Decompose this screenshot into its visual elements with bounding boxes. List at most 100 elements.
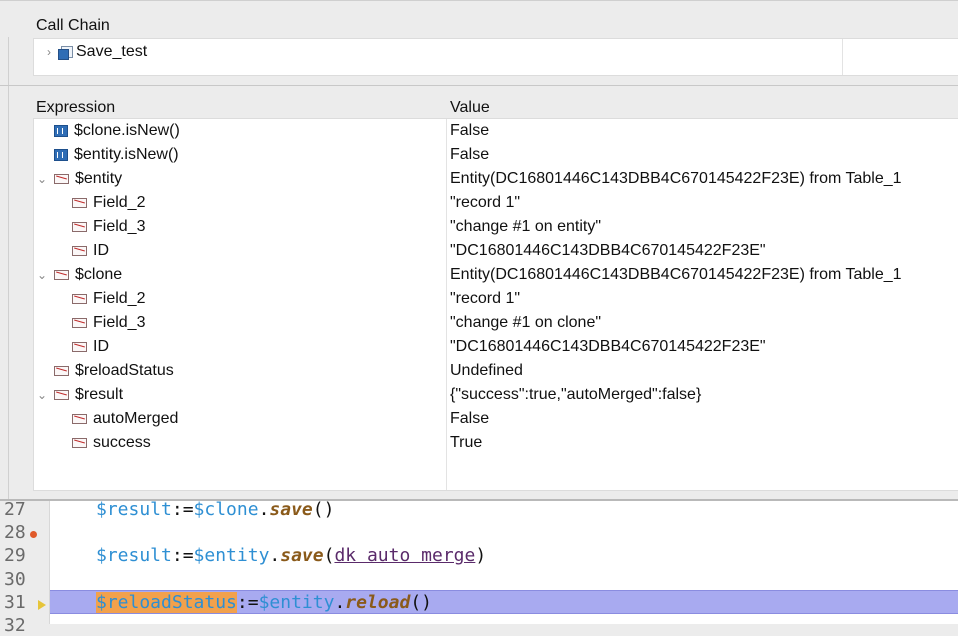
expression-value: False — [450, 410, 490, 427]
code-token: $clone — [193, 499, 259, 520]
expression-name-cell: ID — [72, 335, 109, 359]
line-number[interactable]: 31 — [4, 592, 26, 613]
expression-value: {"success":true,"autoMerged":false} — [450, 386, 702, 403]
expression-value: "change #1 on clone" — [450, 314, 602, 331]
expression-row[interactable]: $entity.isNew() False — [34, 143, 958, 167]
column-divider — [842, 39, 843, 75]
expression-value: "DC16801446C143DBB4C670145422F23E" — [450, 242, 766, 259]
expression-label: ID — [93, 338, 109, 355]
current-line-arrow-icon — [38, 599, 46, 610]
code-line[interactable]: $result:=$entity.save(dk auto merge) — [96, 545, 486, 567]
line-number-gutter[interactable]: 27 28 29 30 31 32 — [0, 499, 50, 636]
expression-row[interactable]: ⌄ $result {"success":true,"autoMerged":fal… — [34, 383, 958, 407]
expression-row[interactable]: Field_3 "change #1 on entity" — [34, 215, 958, 239]
expression-value: Entity(DC16801446C143DBB4C670145422F23E)… — [450, 266, 902, 283]
object-icon — [54, 270, 69, 280]
expression-value: "DC16801446C143DBB4C670145422F23E" — [450, 338, 766, 355]
expression-label: $clone — [75, 266, 123, 283]
expression-value: False — [450, 146, 490, 163]
chevron-down-icon[interactable]: ⌄ — [36, 172, 48, 186]
call-chain-item[interactable]: › Save_test — [42, 41, 147, 63]
code-token: dk auto merge — [334, 545, 476, 567]
line-number[interactable]: 27 — [4, 499, 26, 520]
expression-label: $entity.isNew() — [74, 146, 179, 163]
expression-row[interactable]: success True — [34, 431, 958, 455]
expression-column-header[interactable]: Expression — [36, 99, 115, 117]
code-line[interactable]: $reloadStatus:=$entity.reload() — [96, 591, 432, 614]
code-editor[interactable]: 27 28 29 30 31 32 $result:=$clone.save() $resu… — [0, 499, 958, 636]
expression-label: Field_3 — [93, 314, 146, 331]
object-icon — [54, 366, 69, 376]
line-number[interactable]: 28 — [4, 522, 26, 543]
object-icon — [72, 198, 87, 208]
expression-label: $result — [75, 386, 124, 403]
expression-name-cell: success — [72, 431, 151, 455]
code-token: ( — [323, 545, 335, 567]
expression-label: success — [93, 434, 151, 451]
expression-label: $clone.isNew() — [74, 122, 180, 139]
expression-row[interactable]: ⌄ $entity Entity(DC16801446C143DBB4C670145… — [34, 167, 958, 191]
expressions-panel: Expression Value $clone.isNew() False $ent… — [0, 86, 958, 499]
expression-name-cell: ⌄ $result — [36, 383, 123, 407]
call-chain-list: › Save_test — [33, 38, 958, 76]
expression-row[interactable]: ID "DC16801446C143DBB4C670145422F23E" — [34, 335, 958, 359]
expression-value: Undefined — [450, 362, 523, 379]
expression-value: Entity(DC16801446C143DBB4C670145422F23E)… — [450, 170, 902, 187]
panel-gutter-line — [8, 37, 9, 87]
object-icon — [72, 246, 87, 256]
expression-label: Field_2 — [93, 194, 146, 211]
object-icon — [72, 342, 87, 352]
panel-gutter-line — [8, 86, 9, 499]
object-icon — [72, 222, 87, 232]
expression-row[interactable]: autoMerged False — [34, 407, 958, 431]
expression-label: $reloadStatus — [75, 362, 174, 379]
code-token: . — [258, 499, 270, 520]
code-token: reload — [345, 591, 411, 613]
code-token: () — [410, 591, 432, 613]
code-token: . — [269, 545, 281, 567]
object-icon — [54, 174, 69, 184]
line-number[interactable]: 30 — [4, 569, 26, 590]
code-token: ) — [475, 545, 487, 567]
call-chain-title: Call Chain — [36, 17, 110, 34]
object-icon — [72, 318, 87, 328]
code-token: := — [236, 591, 259, 613]
expression-name-cell: Field_2 — [72, 191, 145, 215]
expression-label: $entity — [75, 170, 123, 187]
expression-label: ID — [93, 242, 109, 259]
value-column-header[interactable]: Value — [450, 99, 490, 117]
line-number[interactable]: 29 — [4, 545, 26, 566]
code-token: . — [334, 591, 346, 613]
expression-row[interactable]: Field_2 "record 1" — [34, 191, 958, 215]
object-icon — [72, 438, 87, 448]
call-chain-panel: Call Chain › Save_test — [0, 0, 958, 87]
expression-row[interactable]: Field_3 "change #1 on clone" — [34, 311, 958, 335]
expressions-table: $clone.isNew() False $entity.isNew() False ⌄… — [33, 118, 958, 491]
expression-label: Field_2 — [93, 290, 146, 307]
chevron-right-icon[interactable]: › — [42, 45, 56, 59]
expression-row[interactable]: $clone.isNew() False — [34, 119, 958, 143]
boolean-icon — [54, 125, 68, 137]
breakpoint-icon[interactable] — [30, 531, 37, 539]
expression-label: autoMerged — [93, 410, 179, 427]
chevron-down-icon[interactable]: ⌄ — [36, 388, 48, 402]
code-token: save — [280, 545, 324, 567]
expression-row[interactable]: Field_2 "record 1" — [34, 287, 958, 311]
object-icon — [72, 414, 87, 424]
expression-value: "record 1" — [450, 290, 521, 307]
code-token: $result — [96, 545, 172, 567]
expression-row[interactable]: ID "DC16801446C143DBB4C670145422F23E" — [34, 239, 958, 263]
expression-value: "record 1" — [450, 194, 521, 211]
line-number[interactable]: 32 — [4, 615, 26, 636]
expression-row[interactable]: $reloadStatus Undefined — [34, 359, 958, 383]
expression-row[interactable]: ⌄ $clone Entity(DC16801446C143DBB4C6701454… — [34, 263, 958, 287]
code-token: $entity — [193, 545, 270, 567]
code-token: () — [312, 499, 335, 520]
expression-value: "change #1 on entity" — [450, 218, 602, 235]
code-token: := — [171, 499, 194, 520]
expression-name-cell: ID — [72, 239, 109, 263]
code-line[interactable]: $result:=$clone.save() — [96, 499, 334, 521]
expression-name-cell: $entity.isNew() — [36, 143, 179, 167]
method-icon — [58, 45, 73, 60]
chevron-down-icon[interactable]: ⌄ — [36, 268, 48, 282]
